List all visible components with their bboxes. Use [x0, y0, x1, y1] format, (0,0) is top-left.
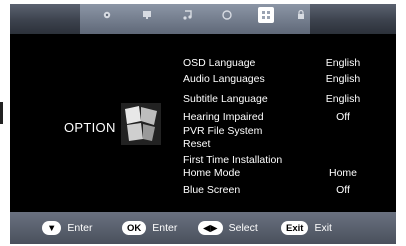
- tab-screen[interactable]: [140, 8, 154, 22]
- hint-ok-enter: OK Enter: [122, 221, 177, 235]
- menu-item-value: English: [325, 57, 361, 69]
- menu-item-value: English: [325, 93, 361, 105]
- hint-exit: Exit Exit: [281, 221, 332, 235]
- menu-item-label: First Time Installation: [183, 154, 283, 166]
- option-picture-icon: [121, 103, 161, 145]
- hint-label: Select: [228, 222, 258, 234]
- down-arrow-key-icon: ▼: [42, 221, 62, 235]
- exit-key-icon: Exit: [281, 221, 309, 235]
- left-edge-mark: [0, 102, 3, 124]
- menu-item-pvr-file-system[interactable]: PVR File System: [183, 124, 373, 138]
- tab-strip: [80, 4, 310, 34]
- menu-item-label: PVR File System: [183, 125, 263, 137]
- menu-item-label: Subtitle Language: [183, 93, 268, 105]
- tab-lock[interactable]: [294, 8, 308, 22]
- tab-time[interactable]: [220, 8, 234, 22]
- tab-audio[interactable]: [180, 8, 194, 22]
- left-right-arrow-key-icon: ◀▶: [198, 221, 223, 235]
- menu-item-home-mode[interactable]: Home Mode Home: [183, 166, 373, 180]
- menu-item-label: Home Mode: [183, 167, 241, 179]
- menu-item-label: Blue Screen: [183, 184, 241, 196]
- menu-item-blue-screen[interactable]: Blue Screen Off: [183, 183, 373, 197]
- gear-icon: [103, 11, 111, 19]
- hint-label: Enter: [152, 222, 178, 234]
- clock-icon: [222, 10, 232, 20]
- menu-item-osd-language[interactable]: OSD Language English: [183, 56, 373, 70]
- music-note-icon: [183, 10, 192, 20]
- menu-item-audio-languages[interactable]: Audio Languages English: [183, 72, 373, 86]
- hint-down-enter: ▼ Enter: [42, 221, 93, 235]
- page-title: OPTION: [64, 120, 116, 135]
- hint-label: Exit: [314, 222, 332, 234]
- tab-picture-settings[interactable]: [100, 8, 114, 22]
- menu-item-first-time-installation[interactable]: First Time Installation: [183, 153, 373, 167]
- tab-option-selected[interactable]: [258, 7, 274, 23]
- menu-item-label: OSD Language: [183, 57, 256, 69]
- menu-item-label: Hearing Impaired: [183, 111, 264, 123]
- lock-icon: [298, 9, 304, 19]
- hint-label: Enter: [67, 222, 93, 234]
- menu-item-value: Off: [336, 111, 350, 123]
- menu-item-reset[interactable]: Reset: [183, 137, 373, 151]
- grid-option-icon: [261, 10, 271, 20]
- hint-left-right-select: ◀▶ Select: [198, 221, 258, 235]
- menu-item-label: Audio Languages: [183, 73, 265, 85]
- ok-key-icon: OK: [122, 221, 147, 235]
- menu-item-value: Home: [328, 167, 357, 179]
- menu-item-label: Reset: [183, 138, 211, 150]
- monitor-icon: [143, 11, 151, 19]
- menu-item-subtitle-language[interactable]: Subtitle Language English: [183, 92, 373, 106]
- menu-item-value: English: [325, 73, 361, 85]
- menu-item-hearing-impaired[interactable]: Hearing Impaired Off: [183, 110, 373, 124]
- menu-item-value: Off: [336, 184, 350, 196]
